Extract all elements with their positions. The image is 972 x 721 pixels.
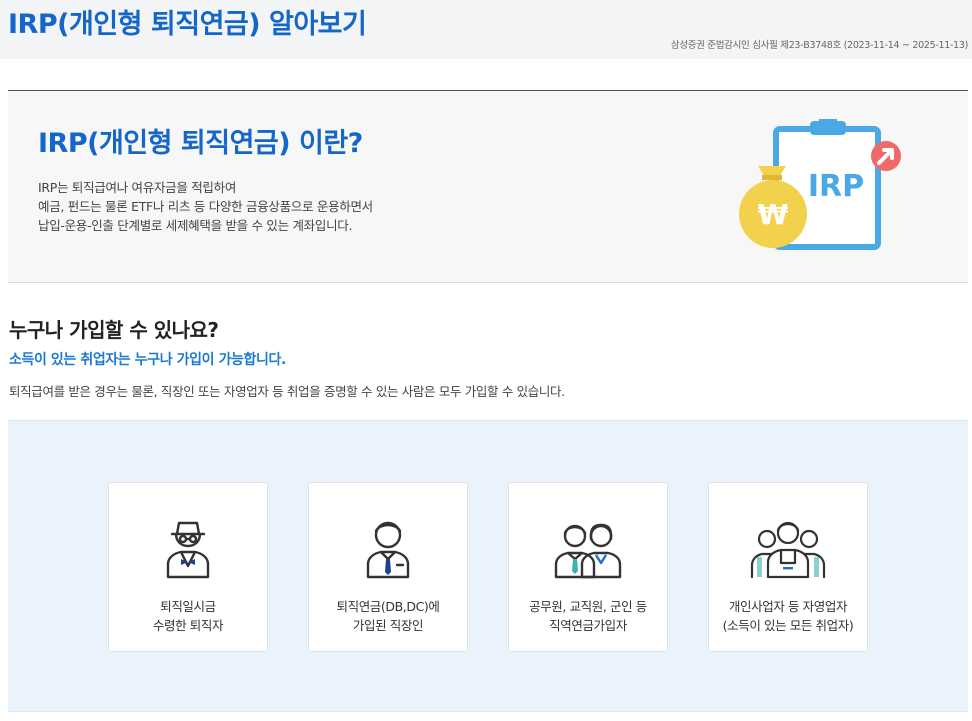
intro-title: IRP(개인형 퇴직연금) 이란?: [38, 128, 363, 159]
eligible-card-label: 공무원, 교직원, 군인 등 직역연금가입자: [509, 597, 667, 635]
eligible-card-self-employed: 개인사업자 등 자영업자 (소득이 있는 모든 취업자): [708, 482, 868, 652]
illustration-board-text: IRP: [808, 169, 864, 204]
eligible-card-label-line: 퇴직일시금: [160, 599, 216, 614]
who-can-join-subtitle: 소득이 있는 취업자는 누구나 가입이 가능합니다.: [9, 352, 286, 368]
intro-description-line: 예금, 펀드는 물론 ETF나 리츠 등 다양한 금융상품으로 운용하면서: [38, 199, 373, 214]
eligible-card-label-line: 퇴직연금(DB,DC)에: [336, 599, 440, 614]
clipboard-with-money-bag-icon: IRP ₩: [739, 119, 901, 250]
intro-description: IRP는 퇴직급여나 여유자금을 적립하여 예금, 펀드는 물론 ETF나 리츠…: [38, 178, 373, 235]
eligible-card-public-servants: 공무원, 교직원, 군인 등 직역연금가입자: [508, 482, 668, 652]
eligible-card-label-line: 수령한 퇴직자: [152, 618, 224, 633]
office-worker-icon: [366, 521, 410, 579]
eligible-card-label: 개인사업자 등 자영업자 (소득이 있는 모든 취업자): [709, 597, 867, 635]
public-servants-icon: [554, 523, 622, 579]
eligible-card-label: 퇴직연금(DB,DC)에 가입된 직장인: [309, 597, 467, 635]
compliance-review-note: 삼성증권 준법감시인 심사필 제23-B3748호 (2023-11-14 ~ …: [670, 40, 968, 51]
eligible-card-label-line: (소득이 있는 모든 취업자): [722, 618, 854, 633]
intro-description-line: 납입-운용-인출 단계별로 세제혜택을 받을 수 있는 계좌입니다.: [38, 218, 353, 233]
eligible-card-office-worker: 퇴직연금(DB,DC)에 가입된 직장인: [308, 482, 468, 652]
page-header: IRP(개인형 퇴직연금) 알아보기 삼성증권 준법감시인 심사필 제23-B3…: [0, 0, 972, 59]
retiree-icon: [166, 521, 210, 579]
eligible-card-label-line: 개인사업자 등 자영업자: [728, 599, 848, 614]
eligible-members-panel: 퇴직일시금 수령한 퇴직자 퇴직연금(DB,DC)에 가입된 직장인 공무원, …: [8, 420, 968, 712]
page-title: IRP(개인형 퇴직연금) 알아보기: [8, 9, 367, 40]
intro-description-line: IRP는 퇴직급여나 여유자금을 적립하여: [38, 180, 237, 195]
eligible-card-retiree: 퇴직일시금 수령한 퇴직자: [108, 482, 268, 652]
won-coin-symbol: ₩: [758, 198, 789, 231]
irp-intro-section: IRP(개인형 퇴직연금) 이란? IRP는 퇴직급여나 여유자금을 적립하여 …: [8, 90, 968, 283]
eligible-card-label: 퇴직일시금 수령한 퇴직자: [109, 597, 267, 635]
who-can-join-description: 퇴직급여를 받은 경우는 물론, 직장인 또는 자영업자 등 취업을 증명할 수…: [9, 384, 565, 399]
eligible-card-label-line: 공무원, 교직원, 군인 등: [529, 599, 647, 614]
who-can-join-title: 누구나 가입할 수 있나요?: [9, 318, 219, 342]
eligible-card-label-line: 가입된 직장인: [352, 618, 424, 633]
eligible-card-label-line: 직역연금가입자: [549, 618, 627, 633]
self-employed-group-icon: [750, 521, 826, 579]
